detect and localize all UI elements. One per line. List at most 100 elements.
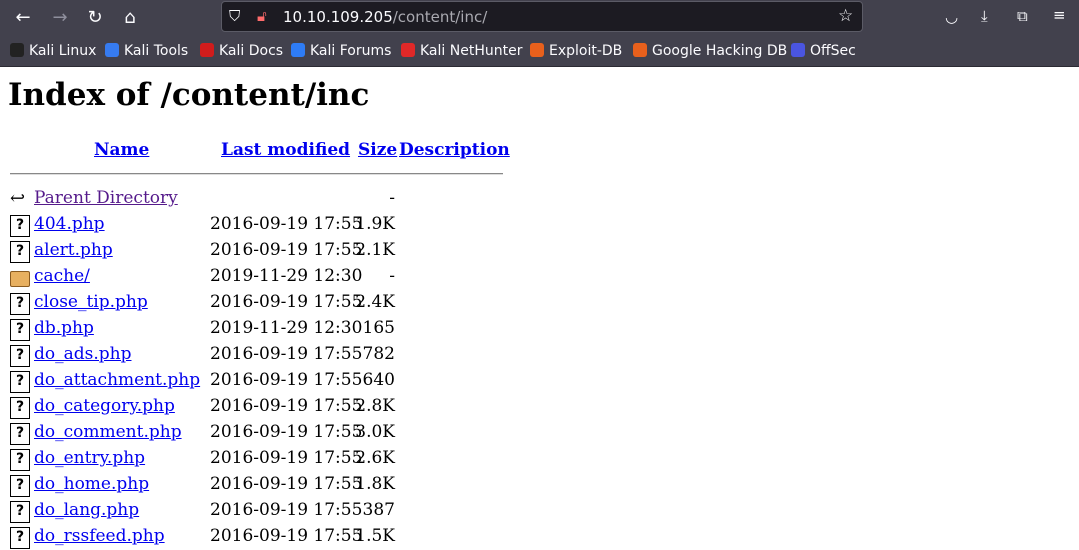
bookmark-kali-forums[interactable]: Kali Forums <box>291 43 391 59</box>
last-modified: 2016-09-19 17:55 <box>210 448 363 468</box>
file-row: ? do_category.php 2016-09-19 17:55 2.8K <box>10 396 510 420</box>
unknown-file-icon: ? <box>10 241 30 263</box>
file-size: 2.1K <box>355 240 395 260</box>
file-link[interactable]: cache/ <box>34 266 90 286</box>
last-modified: 2016-09-19 17:55 <box>210 526 363 546</box>
sort-by-size-link[interactable]: Size <box>358 140 397 160</box>
file-link[interactable]: do_attachment.php <box>34 370 200 390</box>
file-link[interactable]: 404.php <box>34 214 105 234</box>
sort-by-description-link[interactable]: Description <box>399 140 510 160</box>
back-icon: ↩ <box>10 188 26 209</box>
bookmark-kali-docs[interactable]: Kali Docs <box>200 43 283 59</box>
file-row: ? do_home.php 2016-09-19 17:55 1.8K <box>10 474 510 498</box>
bookmark-label: Google Hacking DB <box>652 43 788 59</box>
file-size: 3.0K <box>355 422 395 442</box>
file-size: 2.4K <box>355 292 395 312</box>
bookmark-kali-tools[interactable]: Kali Tools <box>105 43 188 59</box>
bookmark-label: Exploit-DB <box>549 43 623 59</box>
last-modified: 2016-09-19 17:55 <box>210 474 363 494</box>
forward-button[interactable]: → <box>48 6 72 30</box>
reload-button[interactable]: ↻ <box>83 6 107 30</box>
url-host: 10.10.109.205 <box>283 8 393 26</box>
bookmark-label: Kali Linux <box>29 43 97 59</box>
file-link[interactable]: do_lang.php <box>34 500 139 520</box>
file-link[interactable]: db.php <box>34 318 94 338</box>
bookmark-offsec[interactable]: OffSec <box>791 43 856 59</box>
file-size: 2.8K <box>355 396 395 416</box>
menu-icon[interactable]: ≡ <box>1053 6 1066 24</box>
bookmark-label: Kali Tools <box>124 43 189 59</box>
file-link[interactable]: Parent Directory <box>34 188 178 208</box>
last-modified: 2016-09-19 17:55 <box>210 214 363 234</box>
file-link[interactable]: do_ads.php <box>34 344 131 364</box>
file-row: ? do_rssfeed.php 2016-09-19 17:55 1.5K <box>10 526 510 550</box>
unknown-file-icon: ? <box>10 319 30 341</box>
file-row: ? do_comment.php 2016-09-19 17:55 3.0K <box>10 422 510 446</box>
bookmark-label: OffSec <box>810 43 856 59</box>
bookmark-favicon-icon <box>200 43 214 57</box>
file-size: 782 <box>362 344 395 364</box>
file-row: ? do_lang.php 2016-09-19 17:55 387 <box>10 500 510 524</box>
file-link[interactable]: do_comment.php <box>34 422 182 442</box>
extensions-icon[interactable]: ⧉ <box>1017 7 1028 25</box>
bookmark-label: Kali Forums <box>310 43 392 59</box>
file-link[interactable]: do_rssfeed.php <box>34 526 165 546</box>
file-size: 1.9K <box>355 214 395 234</box>
star-icon[interactable]: ☆ <box>838 6 853 26</box>
file-row: ? close_tip.php 2016-09-19 17:55 2.4K <box>10 292 510 316</box>
unknown-file-icon: ? <box>10 215 30 237</box>
file-link[interactable]: do_category.php <box>34 396 175 416</box>
download-icon[interactable]: ⤓ <box>981 7 988 25</box>
url-path: /content/inc/ <box>392 8 488 26</box>
bookmark-favicon-icon <box>791 43 805 57</box>
sort-by-modified-link[interactable]: Last modified <box>221 140 350 160</box>
unknown-file-icon: ? <box>10 371 30 393</box>
bookmark-kali-linux[interactable]: Kali Linux <box>10 43 96 59</box>
file-size: 1.8K <box>355 474 395 494</box>
home-button[interactable]: ⌂ <box>118 6 142 30</box>
sort-by-name-link[interactable]: Name <box>94 140 149 160</box>
last-modified: 2016-09-19 17:55 <box>210 500 363 520</box>
insecure-lock-icon[interactable]: 🔓︎ <box>257 7 267 25</box>
file-row: ? db.php 2019-11-29 12:30 165 <box>10 318 510 342</box>
file-link[interactable]: do_entry.php <box>34 448 145 468</box>
bookmark-kali-nethunter[interactable]: Kali NetHunter <box>401 43 522 59</box>
url-text[interactable]: 10.10.109.205/content/inc/ <box>283 8 487 26</box>
last-modified: 2016-09-19 17:55 <box>210 370 363 390</box>
last-modified: 2019-11-29 12:30 <box>210 318 363 338</box>
file-size: - <box>389 266 395 286</box>
unknown-file-icon: ? <box>10 475 30 497</box>
bookmark-favicon-icon <box>291 43 305 57</box>
last-modified: 2019-11-29 12:30 <box>210 266 363 286</box>
file-link[interactable]: alert.php <box>34 240 113 260</box>
bookmark-favicon-icon <box>105 43 119 57</box>
shield-icon[interactable]: ⛉ <box>229 7 240 25</box>
browser-toolbar: ← → ↻ ⌂ ⛉ 🔓︎ 10.10.109.205/content/inc/ … <box>0 0 1079 36</box>
file-row: ? do_ads.php 2016-09-19 17:55 782 <box>10 344 510 368</box>
file-size: 165 <box>362 318 395 338</box>
bookmark-favicon-icon <box>10 43 24 57</box>
bookmark-favicon-icon <box>633 43 647 57</box>
url-bar[interactable]: ⛉ 🔓︎ 10.10.109.205/content/inc/ ☆ <box>221 1 863 32</box>
file-size: 1.5K <box>355 526 395 546</box>
file-link[interactable]: close_tip.php <box>34 292 148 312</box>
bookmark-favicon-icon <box>530 43 544 57</box>
file-row: ? 404.php 2016-09-19 17:55 1.9K <box>10 214 510 238</box>
folder-icon <box>10 271 30 287</box>
bookmark-google-hacking-db[interactable]: Google Hacking DB <box>633 43 787 59</box>
file-size: 2.6K <box>355 448 395 468</box>
page-title: Index of /content/inc <box>8 77 370 113</box>
bookmark-exploit-db[interactable]: Exploit-DB <box>530 43 622 59</box>
last-modified: 2016-09-19 17:55 <box>210 292 363 312</box>
back-button[interactable]: ← <box>11 6 35 30</box>
file-size: - <box>389 188 395 208</box>
bookmarks-bar: Kali Linux Kali Tools Kali Docs Kali Forums… <box>0 36 1079 67</box>
file-row: ? do_attachment.php 2016-09-19 17:55 640 <box>10 370 510 394</box>
file-link[interactable]: do_home.php <box>34 474 149 494</box>
unknown-file-icon: ? <box>10 501 30 523</box>
bookmark-label: Kali Docs <box>219 43 284 59</box>
header-divider <box>10 173 503 175</box>
unknown-file-icon: ? <box>10 527 30 549</box>
last-modified: 2016-09-19 17:55 <box>210 344 363 364</box>
pocket-icon[interactable]: ◡ <box>945 8 958 26</box>
